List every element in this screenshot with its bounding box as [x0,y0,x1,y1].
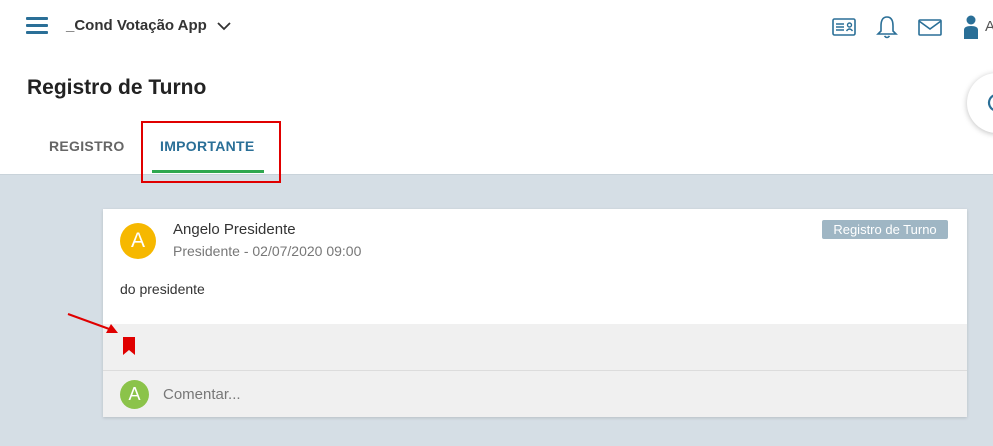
tab-registro[interactable]: REGISTRO [49,138,125,154]
highlight-box [141,121,281,183]
status-badge: Registro de Turno [822,220,948,239]
comment-input[interactable] [163,380,943,409]
post-meta: Presidente - 02/07/2020 09:00 [173,243,362,259]
bell-icon[interactable] [874,14,900,40]
post-author: Angelo Presidente [173,221,296,238]
floating-action-button[interactable] [967,73,993,133]
post-card: A Angelo Presidente Presidente - 02/07/2… [103,209,967,417]
user-icon[interactable] [959,14,983,40]
id-card-icon[interactable] [831,14,857,40]
comment-avatar: A [120,380,149,409]
refresh-icon [987,94,993,111]
avatar: A [120,223,156,259]
user-menu-label[interactable]: A [985,18,993,35]
arrow-annotation-icon [67,313,118,333]
app-header: _Cond Votação App A Registro de Turno RE… [0,0,993,183]
menu-icon[interactable] [26,17,48,35]
app-title[interactable]: _Cond Votação App [66,17,207,34]
chevron-down-icon[interactable] [216,18,232,34]
post-body: do presidente [120,281,205,297]
post-action-bar [103,324,967,371]
comment-row: A [103,371,967,417]
page-title: Registro de Turno [27,76,207,99]
mail-icon[interactable] [917,14,943,40]
